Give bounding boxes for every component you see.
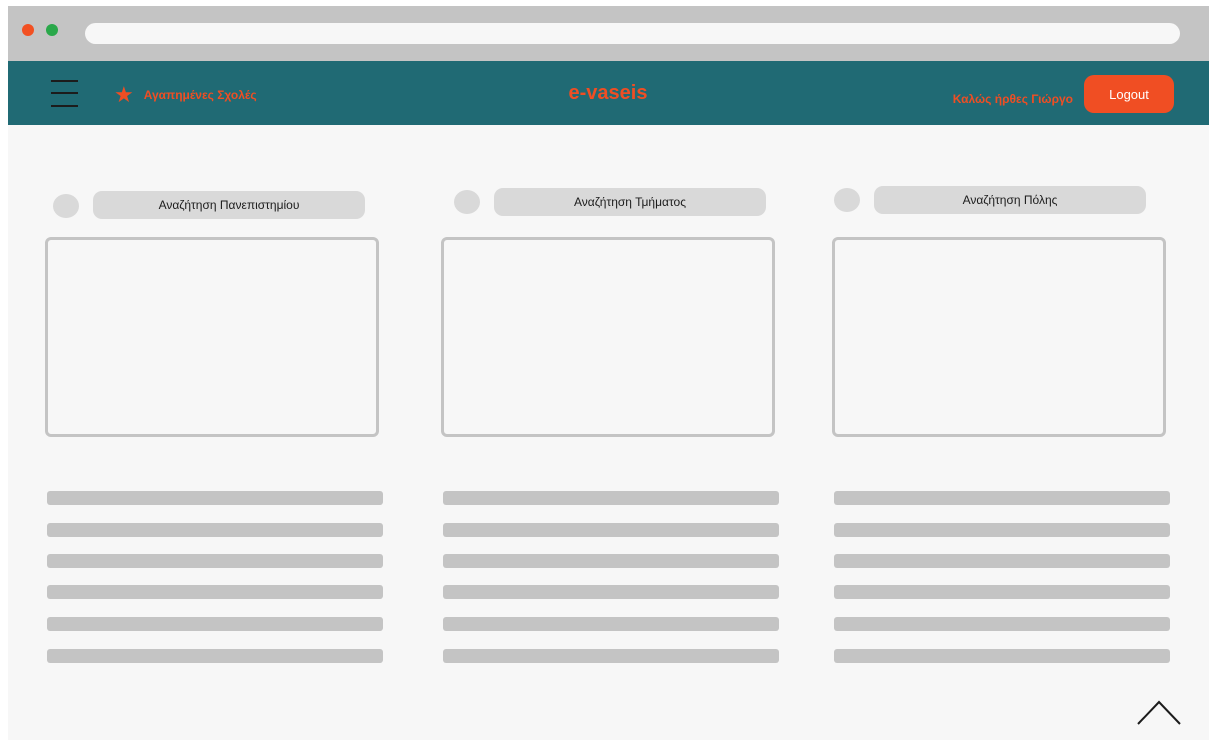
- browser-window: ★ Αγαπημένες Σχολές e-vaseis Καλώς ήρθες…: [8, 6, 1209, 740]
- university-list-item: [47, 617, 383, 631]
- department-radio[interactable]: [454, 190, 480, 214]
- address-bar[interactable]: [85, 23, 1180, 44]
- university-search-button[interactable]: Αναζήτηση Πανεπιστημίου: [93, 191, 365, 219]
- university-radio[interactable]: [53, 194, 79, 218]
- university-search-label: Αναζήτηση Πανεπιστημίου: [158, 198, 300, 212]
- department-list-item: [443, 491, 779, 505]
- brand-title: e-vaseis: [568, 82, 648, 104]
- city-list-item: [834, 554, 1170, 568]
- university-list-item: [47, 649, 383, 663]
- favorite-schools-link[interactable]: ★ Αγαπημένες Σχολές: [114, 84, 257, 106]
- university-list-item: [47, 554, 383, 568]
- favorite-schools-label: Αγαπημένες Σχολές: [143, 88, 257, 102]
- department-search-label: Αναζήτηση Τμήματος: [573, 195, 686, 209]
- university-list-item: [47, 491, 383, 505]
- department-list-item: [443, 523, 779, 537]
- department-list-item: [443, 617, 779, 631]
- city-list-item: [834, 617, 1170, 631]
- city-list-item: [834, 649, 1170, 663]
- department-search-button[interactable]: Αναζήτηση Τμήματος: [494, 188, 766, 216]
- department-results-box: [441, 237, 775, 437]
- university-results-box: [45, 237, 379, 437]
- top-navbar: ★ Αγαπημένες Σχολές e-vaseis Καλώς ήρθες…: [8, 61, 1209, 125]
- university-list-item: [47, 585, 383, 599]
- browser-chrome: [8, 6, 1209, 61]
- department-list-item: [443, 554, 779, 568]
- city-list-item: [834, 585, 1170, 599]
- city-search-button[interactable]: Αναζήτηση Πόλης: [874, 186, 1146, 214]
- hamburger-menu-icon[interactable]: [51, 80, 78, 108]
- city-search-label: Αναζήτηση Πόλης: [962, 193, 1058, 207]
- department-list-item: [443, 649, 779, 663]
- logout-button[interactable]: Logout: [1084, 75, 1174, 113]
- star-icon: ★: [114, 82, 134, 107]
- city-list-item: [834, 491, 1170, 505]
- city-radio[interactable]: [834, 188, 860, 212]
- chevron-up-icon[interactable]: [1136, 696, 1182, 726]
- window-close-dot[interactable]: [22, 24, 34, 36]
- department-list-item: [443, 585, 779, 599]
- welcome-message: Καλώς ήρθες Γιώργο: [952, 92, 1073, 106]
- city-list-item: [834, 523, 1170, 537]
- window-maximize-dot[interactable]: [46, 24, 58, 36]
- city-results-box: [832, 237, 1166, 437]
- university-list-item: [47, 523, 383, 537]
